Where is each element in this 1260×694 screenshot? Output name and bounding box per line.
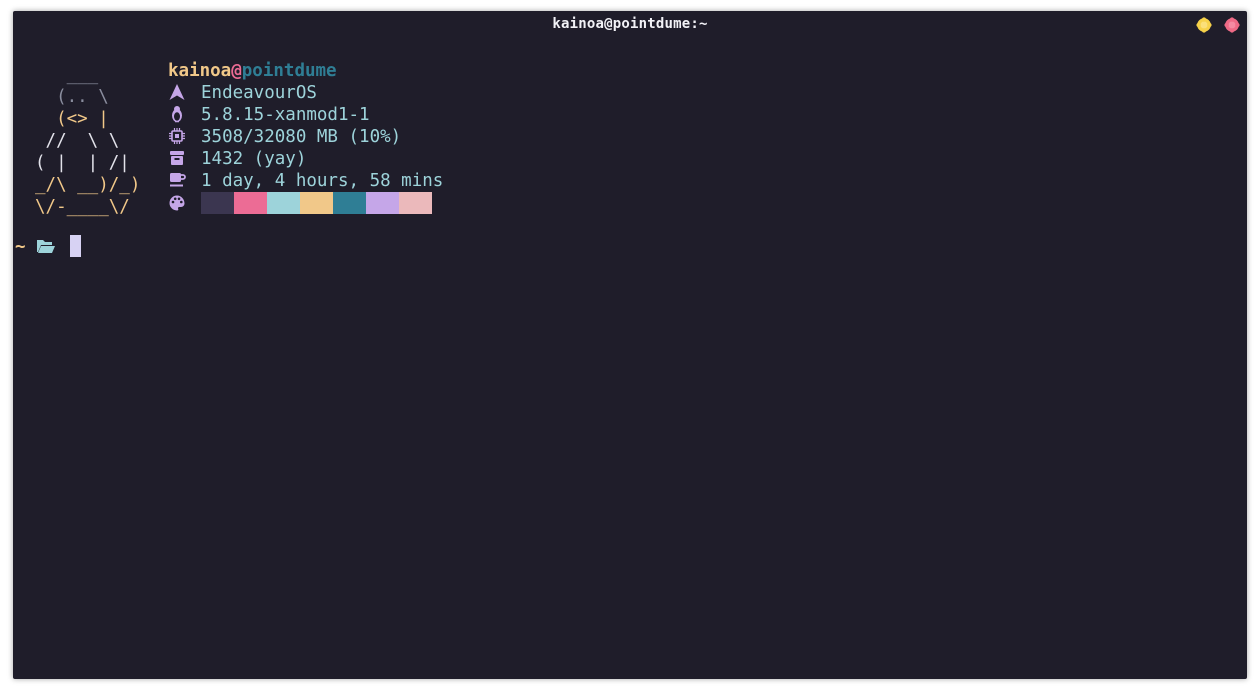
penguin-icon [172, 106, 182, 123]
ascii-line: _/\ __)/_) [35, 175, 141, 195]
ascii-line: ( | | /| [35, 153, 130, 173]
terminal-body[interactable]: ___ (.. \ (<> | // \ \ ( | | /| _/\ __)/… [13, 38, 1247, 679]
kernel-value: 5.8.15-xanmod1-1 [201, 105, 370, 125]
palette-row [168, 192, 443, 214]
shell-prompt[interactable]: ~ [15, 235, 81, 257]
os-value: EndeavourOS [201, 83, 317, 103]
memory-value: 3508/32080 MB (10%) [201, 127, 402, 147]
chip-icon [169, 128, 185, 144]
color-swatch [366, 192, 399, 214]
close-button[interactable] [1224, 17, 1240, 33]
text-cursor [69, 235, 81, 257]
hostname: pointdume [241, 61, 337, 81]
folder-open-icon [36, 240, 55, 253]
color-palette [201, 192, 432, 214]
ascii-line: ___ [35, 65, 99, 85]
ascii-line: \/-____\/ [35, 197, 130, 217]
username: kainoa [168, 61, 232, 81]
uptime-row: 1 day, 4 hours, 58 mins [168, 170, 443, 192]
color-swatch [399, 192, 432, 214]
ascii-line: (<> | [35, 109, 109, 129]
terminal-window: kainoa@pointdume:~ ___ (.. \ (<> | // \ … [13, 11, 1247, 679]
close-icon [1224, 17, 1240, 33]
minimize-icon [1196, 17, 1212, 33]
color-swatch [333, 192, 366, 214]
coffee-icon [170, 173, 186, 187]
kernel-row: 5.8.15-xanmod1-1 [168, 104, 443, 126]
packages-row: 1432 (yay) [168, 148, 443, 170]
color-swatch [201, 192, 234, 214]
arch-logo-icon [169, 84, 185, 100]
os-row: EndeavourOS [168, 82, 443, 104]
memory-row: 3508/32080 MB (10%) [168, 126, 443, 148]
package-icon [170, 151, 184, 165]
ascii-art-logo: ___ (.. \ (<> | // \ \ ( | | /| _/\ __)/… [35, 64, 140, 218]
user-host-line: kainoa@pointdume [168, 60, 443, 82]
title-bar[interactable]: kainoa@pointdume:~ [13, 11, 1247, 38]
packages-value: 1432 (yay) [201, 149, 307, 169]
ascii-line: // \ \ [35, 131, 120, 151]
uptime-value: 1 day, 4 hours, 58 mins [201, 171, 444, 191]
color-swatch [267, 192, 300, 214]
at-sign: @ [231, 61, 242, 81]
minimize-button[interactable] [1196, 17, 1212, 33]
palette-icon [169, 195, 185, 211]
prompt-path: ~ [15, 237, 26, 257]
ascii-line: (.. \ [35, 87, 109, 107]
system-info: kainoa@pointdume EndeavourOS 5.8.15-xanm… [168, 60, 443, 214]
color-swatch [234, 192, 267, 214]
window-title: kainoa@pointdume:~ [552, 16, 708, 32]
color-swatch [300, 192, 333, 214]
